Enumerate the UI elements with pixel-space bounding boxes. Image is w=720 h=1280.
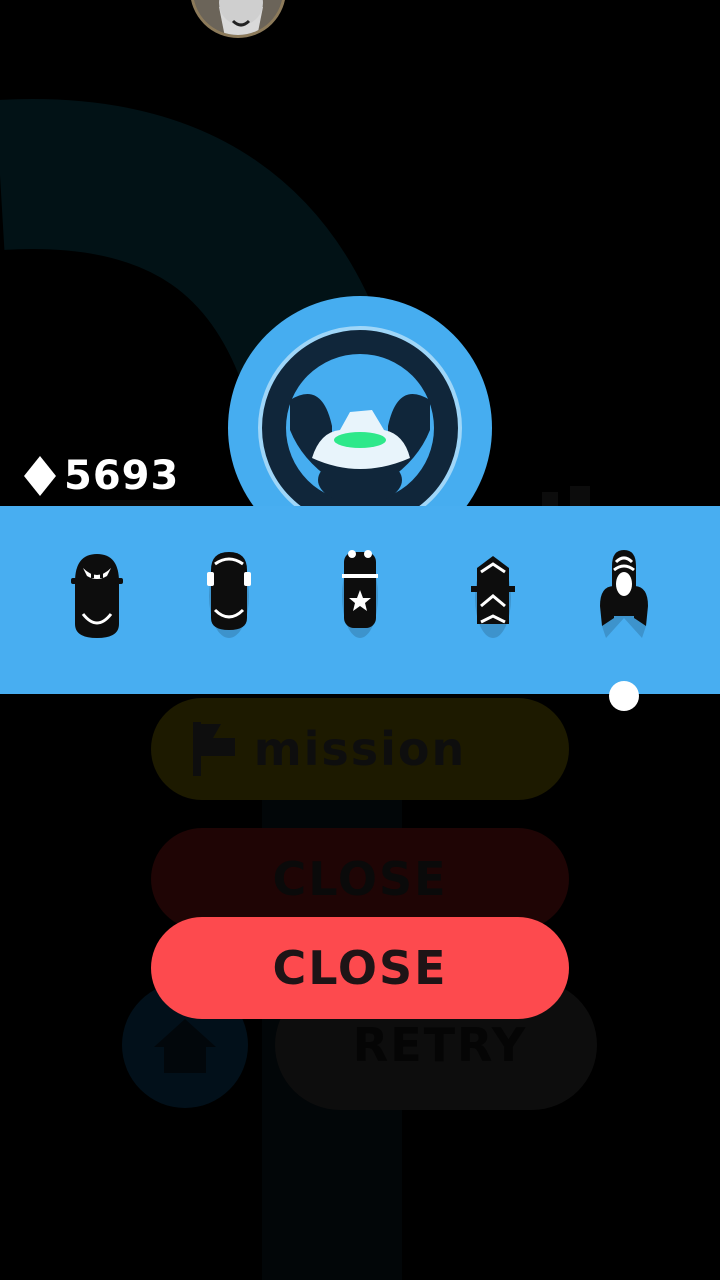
close-label: CLOSE xyxy=(272,941,448,995)
car-icon xyxy=(71,554,123,638)
flag-icon xyxy=(193,722,235,776)
rocket-icon xyxy=(600,550,648,638)
close-button[interactable]: CLOSE xyxy=(151,917,569,1019)
gem-count: 5693 xyxy=(64,453,180,499)
gem-counter: 5693 xyxy=(22,452,179,500)
vehicle-1[interactable] xyxy=(61,546,133,656)
vehicle-3[interactable] xyxy=(324,546,396,656)
chevron-car-icon xyxy=(471,556,515,638)
vehicle-4[interactable] xyxy=(457,546,529,656)
retry-label: RETRY xyxy=(352,1018,528,1072)
home-icon xyxy=(154,1019,216,1073)
police-car-icon xyxy=(342,550,378,638)
vehicle-2[interactable] xyxy=(193,546,265,656)
mission-label: mission xyxy=(253,722,467,776)
close-dim-label: CLOSE xyxy=(272,852,448,906)
car-icon xyxy=(207,552,251,638)
vehicle-5[interactable] xyxy=(588,546,660,656)
vehicle-selector xyxy=(0,506,720,694)
diamond-icon xyxy=(24,456,56,496)
mission-button[interactable]: mission xyxy=(151,698,569,800)
page-indicator-dot xyxy=(609,681,639,711)
ufo-vehicle-icon xyxy=(286,354,434,504)
close-button-dimmed: CLOSE xyxy=(151,828,569,930)
selected-vehicle-ring xyxy=(258,326,462,530)
